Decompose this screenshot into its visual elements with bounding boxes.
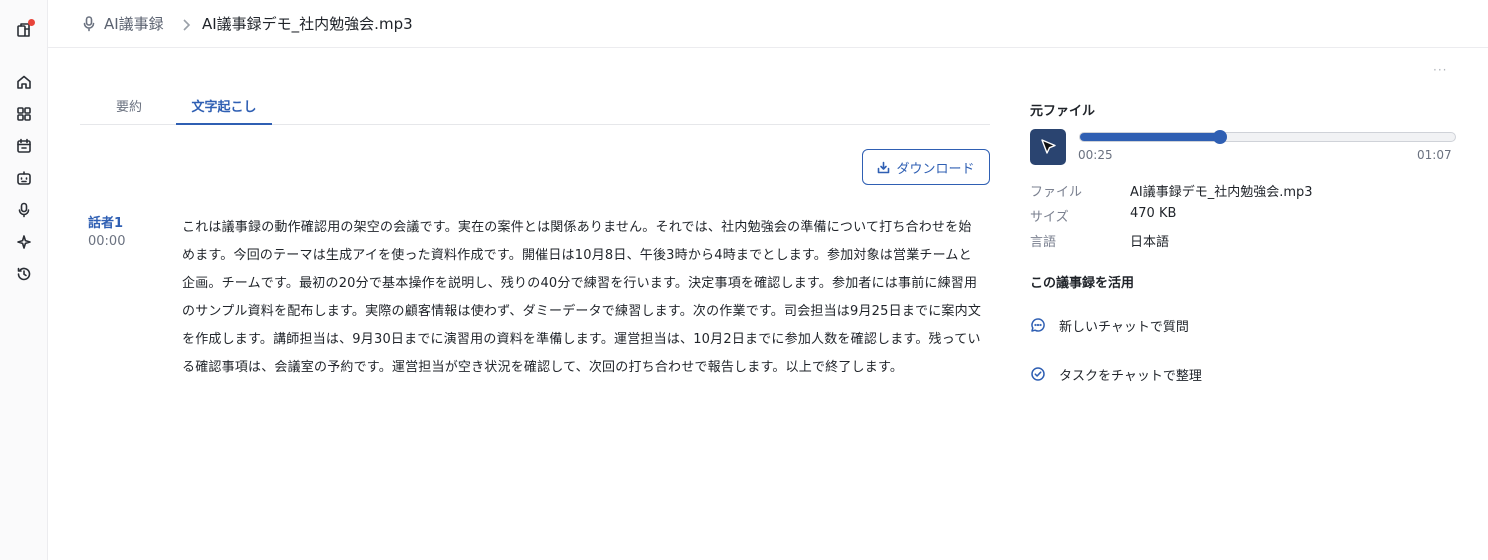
history-icon[interactable] <box>15 265 33 283</box>
download-button-label: ダウンロード <box>896 161 975 177</box>
meta-label-language: 言語 <box>1030 235 1057 250</box>
organize-tasks-action[interactable]: タスクをチャットで整理 <box>1030 363 1202 385</box>
audio-progress-fill <box>1080 133 1220 141</box>
ask-in-new-chat-action[interactable]: 新しいチャットで質問 <box>1030 314 1189 336</box>
total-duration: 01:07 <box>1417 148 1452 162</box>
check-circle-icon <box>1031 367 1045 381</box>
segment-timestamp[interactable]: 00:00 <box>88 234 125 249</box>
breadcrumb-current: AI議事録デモ_社内勉強会.mp3 <box>202 15 413 33</box>
tab-summary[interactable]: 要約 <box>114 96 144 125</box>
organize-tasks-label: タスクをチャットで整理 <box>1059 368 1202 384</box>
microphone-icon[interactable] <box>15 201 33 219</box>
cursor-arrow-icon <box>1041 139 1056 154</box>
microphone-icon <box>82 16 96 32</box>
calendar-icon[interactable] <box>15 137 33 155</box>
transcript-text: これは議事録の動作確認用の架空の会議です。実在の案件とは関係ありません。それでは… <box>182 220 982 375</box>
download-button[interactable]: ダウンロード <box>862 149 990 185</box>
meta-label-size: サイズ <box>1030 210 1069 225</box>
notification-dot <box>28 19 35 26</box>
source-file-title: 元ファイル <box>1030 104 1096 119</box>
audio-progress-slider[interactable] <box>1079 130 1456 144</box>
play-button[interactable] <box>1030 129 1066 165</box>
audio-progress-thumb[interactable] <box>1212 130 1227 144</box>
apps-grid-icon[interactable] <box>15 105 33 123</box>
current-time: 00:25 <box>1078 148 1113 162</box>
home-icon[interactable] <box>15 73 33 91</box>
header: AI議事録 AI議事録デモ_社内勉強会.mp3 <box>48 0 1488 48</box>
meta-value-file: AI議事録デモ_社内勉強会.mp3 <box>1130 185 1313 200</box>
speaker-label: 話者1 <box>88 216 124 231</box>
sparkle-icon[interactable] <box>15 233 33 251</box>
breadcrumb-parent-link[interactable]: AI議事録 <box>104 13 164 34</box>
tab-transcript[interactable]: 文字起こし <box>176 96 272 125</box>
chat-icon <box>1031 318 1045 332</box>
bot-icon[interactable] <box>15 169 33 187</box>
meta-label-file: ファイル <box>1030 185 1083 200</box>
sidebar <box>0 0 48 560</box>
meta-value-language: 日本語 <box>1130 235 1170 250</box>
download-icon <box>878 161 890 173</box>
chevron-right-icon <box>181 17 191 31</box>
use-minutes-title: この議事録を活用 <box>1030 276 1135 291</box>
ask-in-new-chat-label: 新しいチャットで質問 <box>1059 319 1189 335</box>
meta-value-size: 470 KB <box>1130 206 1177 221</box>
more-options-icon[interactable]: ··· <box>1433 63 1447 77</box>
tab-bar: 要約 文字起こし <box>80 88 990 125</box>
